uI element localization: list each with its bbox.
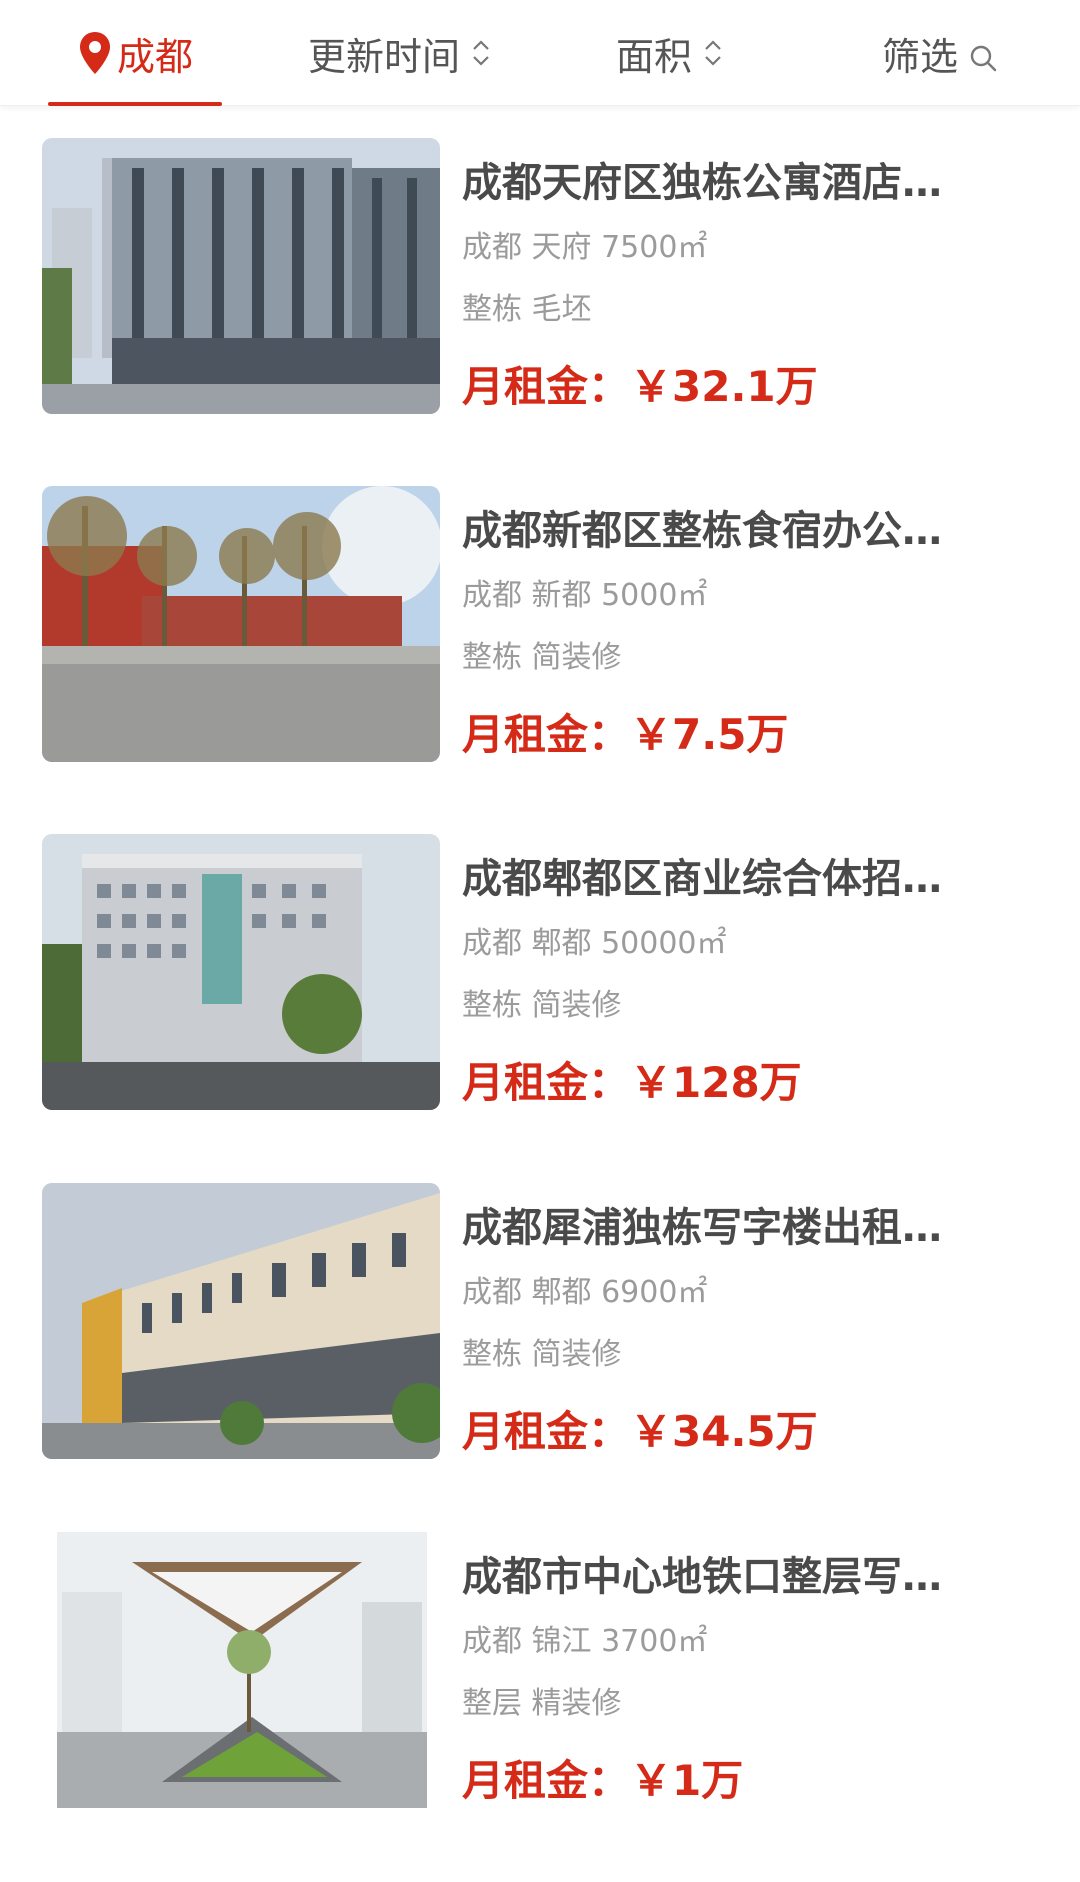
listing-type: 整栋 简装修 bbox=[462, 1337, 622, 1372]
listing-type: 整栋 简装修 bbox=[462, 988, 622, 1023]
price-value: ￥7.5万 bbox=[630, 710, 789, 759]
listing-price: 月租金：￥7.5万 bbox=[462, 706, 788, 764]
price-value: ￥128万 bbox=[630, 1058, 802, 1107]
listing-photo[interactable] bbox=[42, 1183, 440, 1459]
location-pin-icon bbox=[77, 30, 113, 76]
price-label: 月租金： bbox=[462, 1407, 631, 1456]
listing-price: 月租金：￥128万 bbox=[462, 1054, 802, 1112]
filter-label: 筛选 bbox=[881, 34, 958, 79]
listing-price: 月租金：￥34.5万 bbox=[462, 1403, 818, 1461]
listing-title[interactable]: 成都新都区整栋食宿办公… bbox=[462, 504, 1002, 558]
filter-tab[interactable]: 筛选 bbox=[870, 0, 1010, 106]
listing-card[interactable]: 成都市中心地铁口整层写… 成都 锦江 3700㎡ 整层 精装修 月租金：￥1万 bbox=[0, 1532, 1080, 1882]
price-value: ￥32.1万 bbox=[630, 362, 818, 411]
sort-updown-icon bbox=[470, 34, 492, 72]
listing-photo[interactable] bbox=[42, 834, 440, 1110]
listing-title[interactable]: 成都犀浦独栋写字楼出租… bbox=[462, 1201, 1002, 1255]
listing-price: 月租金：￥1万 bbox=[462, 1752, 743, 1810]
listing-title[interactable]: 成都郫都区商业综合体招… bbox=[462, 852, 1002, 906]
listing-title[interactable]: 成都市中心地铁口整层写… bbox=[462, 1550, 1002, 1604]
price-label: 月租金： bbox=[462, 710, 631, 759]
sort-updown-icon bbox=[702, 34, 724, 72]
listing-location: 成都 郫都 6900㎡ bbox=[462, 1275, 708, 1310]
listing-photo[interactable] bbox=[42, 138, 440, 414]
listing-card[interactable]: 成都新都区整栋食宿办公… 成都 新都 5000㎡ 整栋 简装修 月租金：￥7.5… bbox=[0, 486, 1080, 836]
top-filter-bar: 成都 更新时间 面积 筛选 bbox=[0, 0, 1080, 106]
listing-price: 月租金：￥32.1万 bbox=[462, 358, 818, 416]
listing-location: 成都 郫都 50000㎡ bbox=[462, 926, 727, 961]
price-label: 月租金： bbox=[462, 362, 631, 411]
sort-by-time-tab[interactable]: 更新时间 bbox=[290, 0, 510, 106]
price-value: ￥1万 bbox=[630, 1756, 744, 1805]
listing-type: 整栋 毛坯 bbox=[462, 292, 592, 327]
listing-photo[interactable] bbox=[42, 486, 440, 762]
city-selector-tab[interactable]: 成都 bbox=[48, 0, 222, 106]
sort-area-label: 面积 bbox=[615, 34, 692, 79]
price-label: 月租金： bbox=[462, 1756, 631, 1805]
listing-location: 成都 天府 7500㎡ bbox=[462, 230, 708, 265]
listing-type: 整栋 简装修 bbox=[462, 640, 622, 675]
price-value: ￥34.5万 bbox=[630, 1407, 818, 1456]
sort-time-label: 更新时间 bbox=[307, 34, 460, 79]
active-tab-underline bbox=[48, 102, 222, 106]
listing-type: 整层 精装修 bbox=[462, 1686, 622, 1721]
listing-card[interactable]: 成都犀浦独栋写字楼出租… 成都 郫都 6900㎡ 整栋 简装修 月租金：￥34.… bbox=[0, 1183, 1080, 1533]
city-label: 成都 bbox=[116, 34, 193, 79]
listing-photo[interactable] bbox=[42, 1532, 440, 1808]
search-icon bbox=[968, 38, 998, 72]
listing-location: 成都 锦江 3700㎡ bbox=[462, 1624, 708, 1659]
sort-by-area-tab[interactable]: 面积 bbox=[600, 0, 740, 106]
listing-card[interactable]: 成都郫都区商业综合体招… 成都 郫都 50000㎡ 整栋 简装修 月租金：￥12… bbox=[0, 834, 1080, 1184]
listing-location: 成都 新都 5000㎡ bbox=[462, 578, 708, 613]
price-label: 月租金： bbox=[462, 1058, 631, 1107]
listing-card[interactable]: 成都天府区独栋公寓酒店… 成都 天府 7500㎡ 整栋 毛坯 月租金：￥32.1… bbox=[0, 138, 1080, 488]
listing-title[interactable]: 成都天府区独栋公寓酒店… bbox=[462, 156, 1002, 210]
